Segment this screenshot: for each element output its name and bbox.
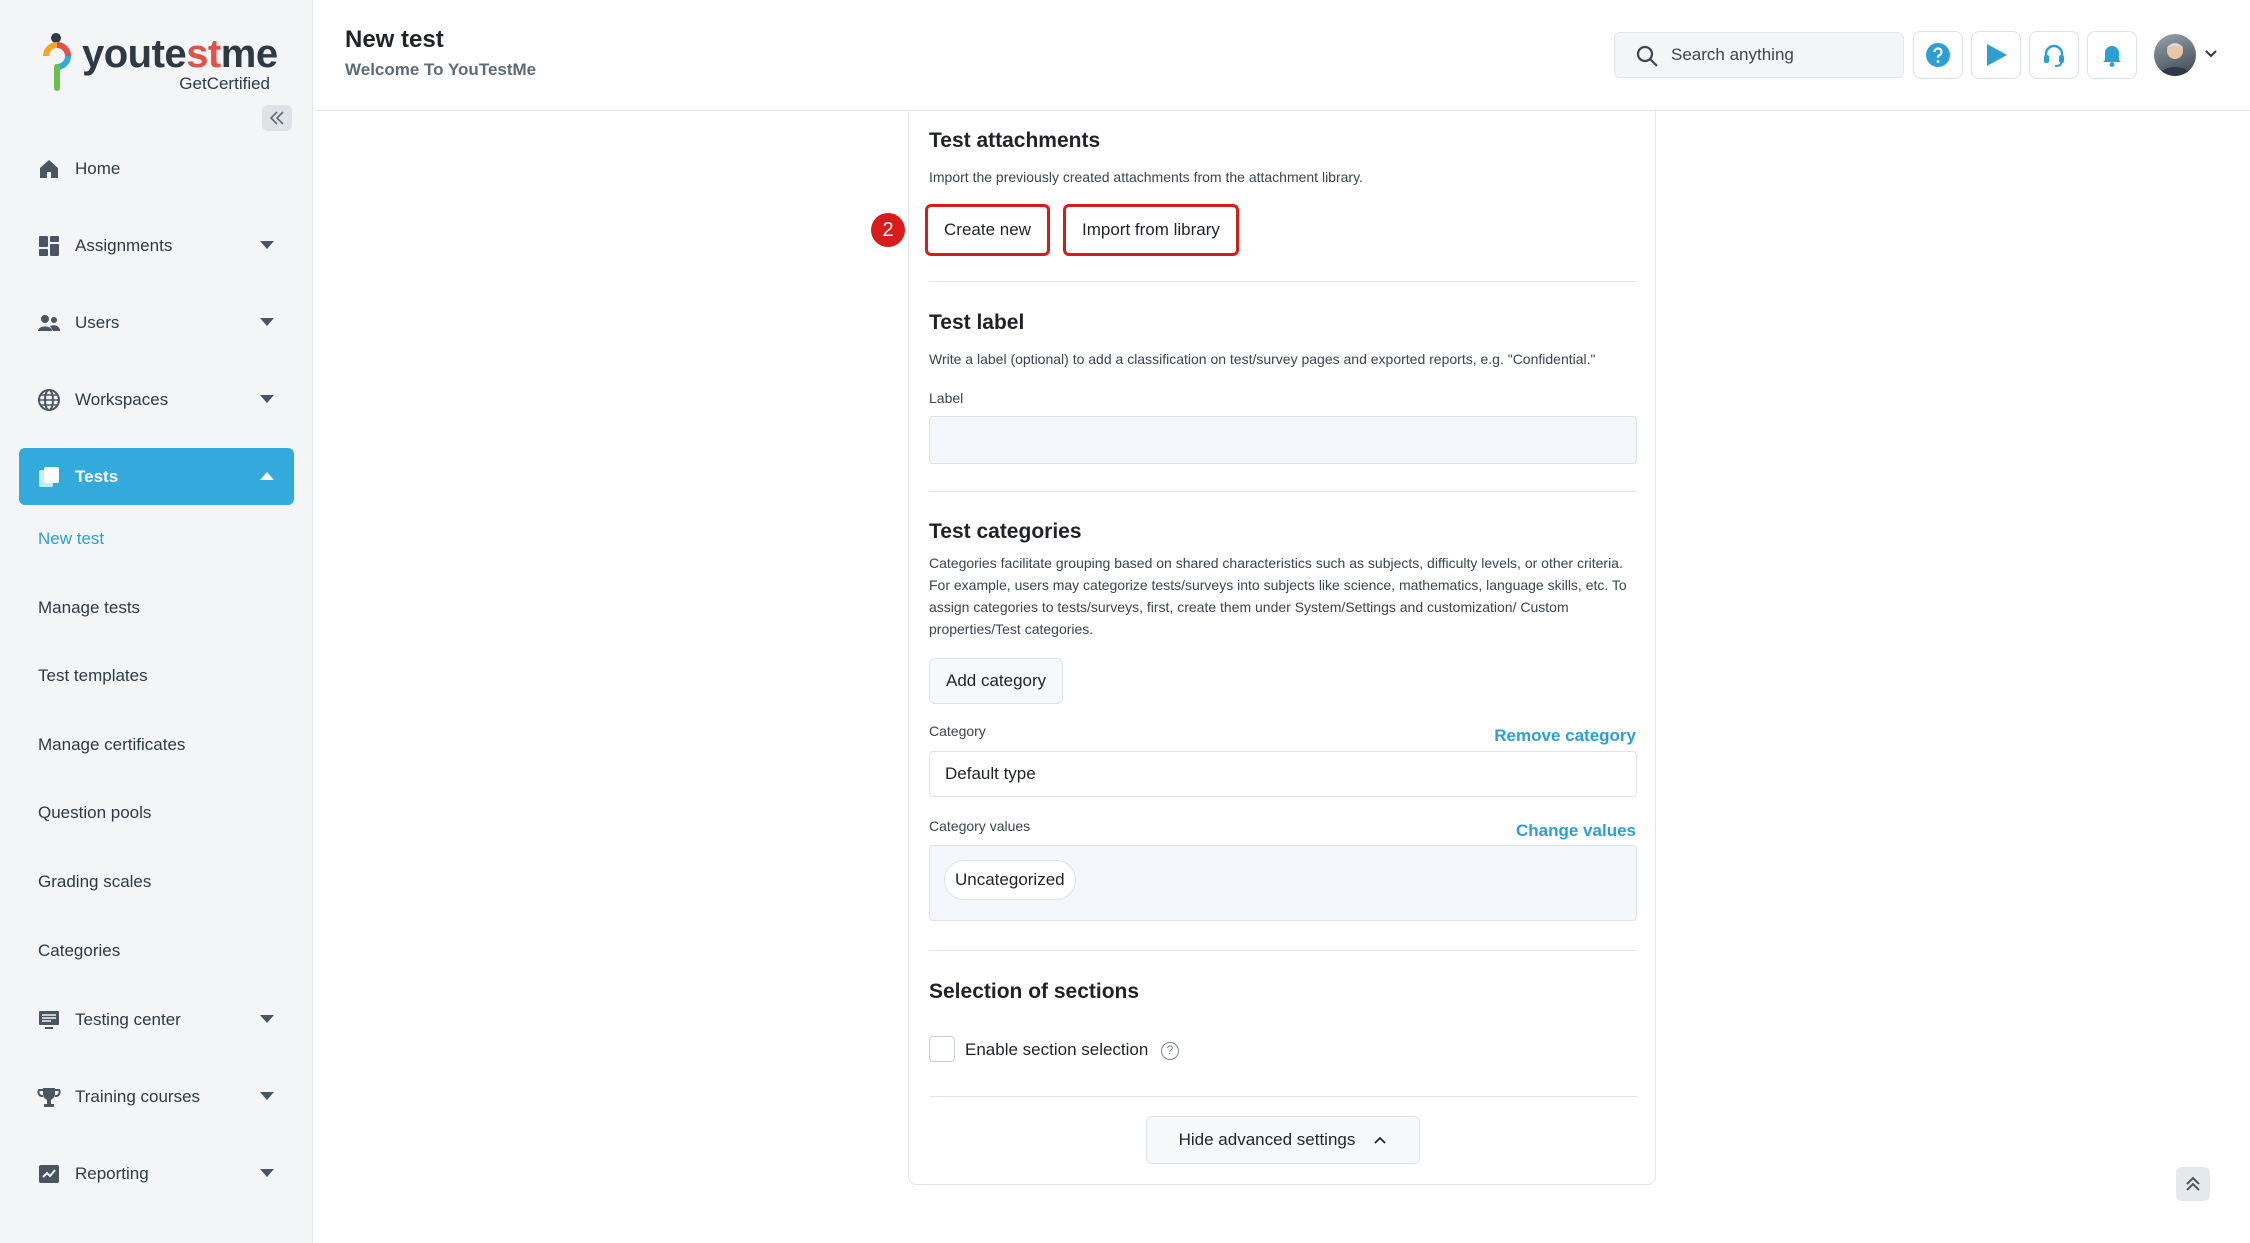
- logo[interactable]: youtestme GetCertified: [40, 28, 280, 93]
- double-chevron-left-icon: [269, 111, 284, 125]
- play-icon: [1987, 44, 2007, 66]
- sidebar-subitem-question-pools[interactable]: Question pools: [19, 779, 294, 848]
- sidebar-item-assignments[interactable]: Assignments: [19, 217, 294, 274]
- caret-down-icon: [260, 1169, 274, 1178]
- sidebar: youtestme GetCertified Home Assignments …: [0, 0, 313, 1243]
- divider: [929, 281, 1637, 282]
- double-chevron-up-icon: [2186, 1176, 2200, 1191]
- sidebar-item-label: Reporting: [75, 1163, 149, 1183]
- search-icon: [1636, 45, 1658, 67]
- sidebar-subitem-categories[interactable]: Categories: [19, 917, 294, 986]
- report-icon: [39, 1164, 59, 1183]
- sidebar-subitem-manage-tests[interactable]: Manage tests: [19, 574, 294, 643]
- logo-wordmark: youtestme: [82, 32, 278, 76]
- sidebar-item-label: Tests: [75, 466, 119, 486]
- search-input[interactable]: [1671, 33, 1891, 77]
- caret-down-icon: [260, 318, 274, 326]
- support-button[interactable]: [2029, 31, 2079, 79]
- change-values-link[interactable]: Change values: [1516, 821, 1636, 841]
- sidebar-item-label: Testing center: [75, 1009, 181, 1029]
- help-tooltip-icon[interactable]: ?: [1161, 1042, 1179, 1060]
- add-category-button[interactable]: Add category: [929, 658, 1064, 704]
- sidebar-item-testing-center[interactable]: Testing center: [19, 991, 294, 1048]
- main-nav: Home Assignments Users Workspaces Tests …: [19, 140, 294, 1222]
- notifications-button[interactable]: [2087, 31, 2137, 79]
- logo-mark-icon: [43, 33, 71, 91]
- sidebar-item-label: Users: [75, 312, 120, 332]
- sidebar-item-workspaces[interactable]: Workspaces: [19, 371, 294, 428]
- remove-category-link[interactable]: Remove category: [1494, 726, 1636, 746]
- category-values-label: Category values: [929, 818, 1031, 834]
- chevron-down-icon[interactable]: [2203, 46, 2219, 62]
- sidebar-item-users[interactable]: Users: [19, 294, 294, 351]
- sidebar-item-label: Workspaces: [75, 389, 169, 409]
- caret-down-icon: [260, 1092, 274, 1101]
- headset-icon: [2044, 44, 2064, 67]
- logo-tagline: GetCertified: [179, 74, 270, 93]
- sidebar-subitem-test-templates[interactable]: Test templates: [19, 642, 294, 711]
- divider: [929, 950, 1637, 951]
- user-photo-icon: [2160, 43, 2190, 76]
- sidebar-item-training-courses[interactable]: Training courses: [19, 1068, 294, 1125]
- category-values-box: Uncategorized: [929, 845, 1637, 921]
- divider: [929, 491, 1637, 492]
- dashboard-icon: [39, 235, 59, 256]
- sidebar-item-label: Training courses: [75, 1086, 201, 1106]
- label-field[interactable]: [929, 416, 1637, 464]
- hide-advanced-settings-button[interactable]: Hide advanced settings: [1146, 1116, 1420, 1164]
- attachments-title: Test attachments: [929, 129, 1101, 152]
- sidebar-subitem-new-test[interactable]: New test: [19, 505, 294, 574]
- sidebar-item-label: Assignments: [75, 235, 173, 255]
- home-icon: [40, 159, 58, 178]
- globe-icon: [38, 388, 60, 411]
- tests-submenu: New test Manage tests Test templates Man…: [19, 505, 294, 985]
- caret-down-icon: [260, 241, 274, 249]
- sidebar-item-reporting[interactable]: Reporting: [19, 1145, 294, 1202]
- monitor-icon: [39, 1010, 59, 1029]
- categories-description: Categories facilitate grouping based on …: [929, 555, 1627, 637]
- search-box[interactable]: [1614, 32, 1904, 78]
- sections-title: Selection of sections: [929, 980, 1140, 1003]
- sidebar-subitem-grading-scales[interactable]: Grading scales: [19, 848, 294, 917]
- test-label-description: Write a label (optional) to add a classi…: [929, 351, 1596, 367]
- create-new-attachment-button[interactable]: Create new: [925, 204, 1050, 256]
- divider: [929, 1096, 1637, 1097]
- users-icon: [38, 314, 60, 331]
- step-badge: 2: [871, 213, 905, 247]
- hide-advanced-settings-label: Hide advanced settings: [1178, 1130, 1356, 1149]
- label-input[interactable]: [930, 417, 1636, 463]
- chevron-up-icon: [1374, 1136, 1386, 1144]
- scroll-to-top-button[interactable]: [2176, 1167, 2210, 1201]
- enable-section-selection-checkbox[interactable]: [929, 1036, 955, 1062]
- sidebar-subitem-manage-certificates[interactable]: Manage certificates: [19, 711, 294, 780]
- category-field-label: Category: [929, 723, 986, 739]
- bell-icon: [2103, 46, 2121, 67]
- help-button[interactable]: [1913, 31, 1963, 79]
- trophy-icon: [37, 1087, 61, 1107]
- page-title: New test: [345, 26, 444, 53]
- sidebar-item-label: Home: [75, 158, 121, 178]
- top-header: New test Welcome To YouTestMe: [314, 0, 2250, 111]
- play-tutorial-button[interactable]: [1971, 31, 2021, 79]
- category-select[interactable]: Default type: [929, 751, 1637, 797]
- categories-title: Test categories: [929, 520, 1082, 543]
- import-from-library-button[interactable]: Import from library: [1063, 204, 1239, 256]
- caret-down-icon: [260, 395, 274, 403]
- sidebar-item-home[interactable]: Home: [19, 140, 294, 197]
- sidebar-item-tests[interactable]: Tests: [19, 448, 294, 505]
- collapse-sidebar-button[interactable]: [262, 105, 292, 131]
- caret-down-icon: [260, 1015, 274, 1024]
- avatar[interactable]: [2154, 34, 2196, 76]
- question-circle-icon: [1926, 43, 1950, 67]
- advanced-settings-card: Test attachments Import the previously c…: [871, 111, 1656, 1185]
- attachments-description: Import the previously created attachment…: [929, 169, 1363, 185]
- copy-icon: [39, 466, 59, 487]
- label-field-label: Label: [929, 390, 964, 406]
- caret-up-icon: [260, 472, 274, 480]
- category-value-chip: Uncategorized: [944, 860, 1076, 900]
- enable-section-selection-label[interactable]: Enable section selection: [965, 1040, 1148, 1060]
- test-label-title: Test label: [929, 311, 1025, 334]
- page-subtitle: Welcome To YouTestMe: [345, 60, 537, 79]
